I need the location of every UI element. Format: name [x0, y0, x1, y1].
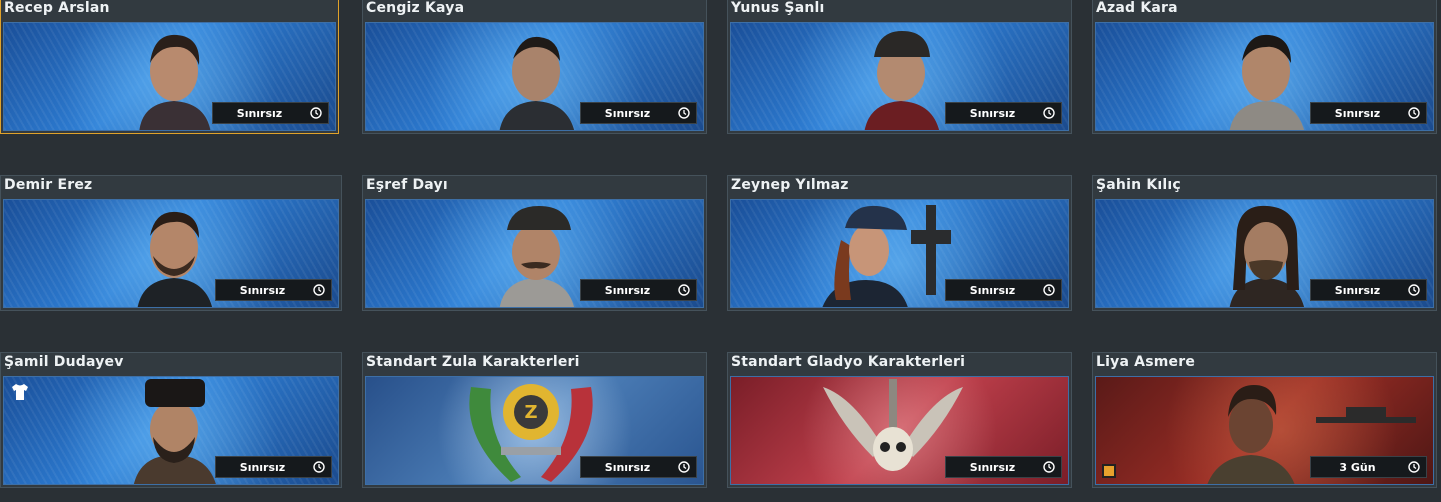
character-face-icon: [499, 206, 574, 307]
character-portrait: Sınırsız: [365, 22, 704, 131]
character-face-icon: [1229, 205, 1304, 307]
duration-label: Sınırsız: [969, 284, 1016, 297]
character-name: Zeynep Yılmaz: [731, 177, 849, 193]
character-name: Şahin Kılıç: [1096, 177, 1181, 193]
duration-label: Sınırsız: [969, 107, 1016, 120]
duration-label: Sınırsız: [1334, 107, 1381, 120]
duration-badge: 3 Gün: [1310, 456, 1427, 478]
clock-icon: [678, 284, 690, 296]
character-name: Yunus Şanlı: [731, 0, 825, 16]
character-name: Cengiz Kaya: [366, 0, 465, 16]
character-card-cengiz-kaya[interactable]: Cengiz Kaya Sınırsız: [362, 0, 707, 134]
character-portrait: 3 Gün: [1095, 376, 1434, 485]
character-name: Eşref Dayı: [366, 177, 448, 193]
duration-label: Sınırsız: [969, 461, 1016, 474]
character-portrait: Sınırsız: [730, 376, 1069, 485]
character-card-sahin-kilic[interactable]: Şahin Kılıç Sınırsız: [1092, 175, 1437, 311]
duration-badge: Sınırsız: [945, 279, 1062, 301]
character-name: Azad Kara: [1096, 0, 1178, 16]
duration-label: Sınırsız: [236, 107, 283, 120]
character-card-zeynep-yilmaz[interactable]: Zeynep Yılmaz Sınırsız: [727, 175, 1072, 311]
shirt-icon: [12, 384, 28, 400]
character-name: Şamil Dudayev: [4, 354, 124, 370]
duration-badge: Sınırsız: [580, 279, 697, 301]
duration-badge: Sınırsız: [580, 456, 697, 478]
character-portrait: Sınırsız: [1095, 199, 1434, 308]
character-card-liya-asmere[interactable]: Liya Asmere 3 Gün: [1092, 352, 1437, 488]
character-portrait: Sınırsız: [3, 376, 339, 485]
duration-label: Sınırsız: [604, 284, 651, 297]
character-card-demir-erez[interactable]: Demir Erez Sınırsız: [0, 175, 342, 311]
clock-icon: [678, 107, 690, 119]
duration-badge: Sınırsız: [212, 102, 329, 124]
clock-icon: [1043, 461, 1055, 473]
character-face-icon: [499, 36, 574, 130]
duration-badge: Sınırsız: [945, 456, 1062, 478]
character-face-icon: [864, 31, 939, 130]
clock-icon: [1408, 461, 1420, 473]
character-portrait: Sınırsız: [3, 22, 336, 131]
character-card-azad-kara[interactable]: Azad Kara Sınırsız: [1092, 0, 1437, 134]
duration-label: Sınırsız: [1334, 284, 1381, 297]
character-card-standart-zula[interactable]: Standart Zula Karakterleri Z Sınırsız: [362, 352, 707, 488]
duration-badge: Sınırsız: [1310, 102, 1427, 124]
character-portrait: Z Sınırsız: [365, 376, 704, 485]
character-portrait: Sınırsız: [730, 199, 1069, 308]
character-face-icon: [1229, 34, 1304, 130]
flag-icon: [1102, 464, 1116, 478]
duration-badge: Sınırsız: [945, 102, 1062, 124]
character-card-standart-gladyo[interactable]: Standart Gladyo Karakterleri Sınırsız: [727, 352, 1072, 488]
duration-badge: Sınırsız: [215, 279, 332, 301]
character-name: Recep Arslan: [4, 0, 110, 16]
character-card-esref-dayi[interactable]: Eşref Dayı Sınırsız: [362, 175, 707, 311]
duration-label: Sınırsız: [239, 284, 286, 297]
character-name: Standart Zula Karakterleri: [366, 354, 580, 370]
character-face-icon: [137, 211, 212, 307]
character-portrait: Sınırsız: [1095, 22, 1434, 131]
clock-icon: [678, 461, 690, 473]
character-name: Standart Gladyo Karakterleri: [731, 354, 966, 370]
duration-label: Sınırsız: [604, 107, 651, 120]
duration-badge: Sınırsız: [1310, 279, 1427, 301]
duration-label: 3 Gün: [1339, 461, 1376, 474]
clock-icon: [1408, 284, 1420, 296]
duration-badge: Sınırsız: [215, 456, 332, 478]
character-face-icon: [822, 205, 951, 307]
character-name: Liya Asmere: [1096, 354, 1196, 370]
clock-icon: [310, 107, 322, 119]
duration-label: Sınırsız: [604, 461, 651, 474]
character-name: Demir Erez: [4, 177, 93, 193]
character-portrait: Sınırsız: [730, 22, 1069, 131]
character-card-recep-arslan[interactable]: Recep Arslan Sınırsız: [0, 0, 339, 134]
clock-icon: [313, 461, 325, 473]
character-face-icon: [134, 379, 216, 484]
duration-badge: Sınırsız: [580, 102, 697, 124]
clock-icon: [313, 284, 325, 296]
clock-icon: [1408, 107, 1420, 119]
character-portrait: Sınırsız: [3, 199, 339, 308]
character-card-samil-dudayev[interactable]: Şamil Dudayev Sınırsız: [0, 352, 342, 488]
svg-text:Z: Z: [524, 402, 537, 423]
character-card-yunus-sanli[interactable]: Yunus Şanlı Sınırsız: [727, 0, 1072, 134]
duration-label: Sınırsız: [239, 461, 286, 474]
character-portrait: Sınırsız: [365, 199, 704, 308]
character-inventory: { "colors": { "selected_border": "#e0a22…: [0, 0, 1441, 502]
clock-icon: [1043, 107, 1055, 119]
clock-icon: [1043, 284, 1055, 296]
